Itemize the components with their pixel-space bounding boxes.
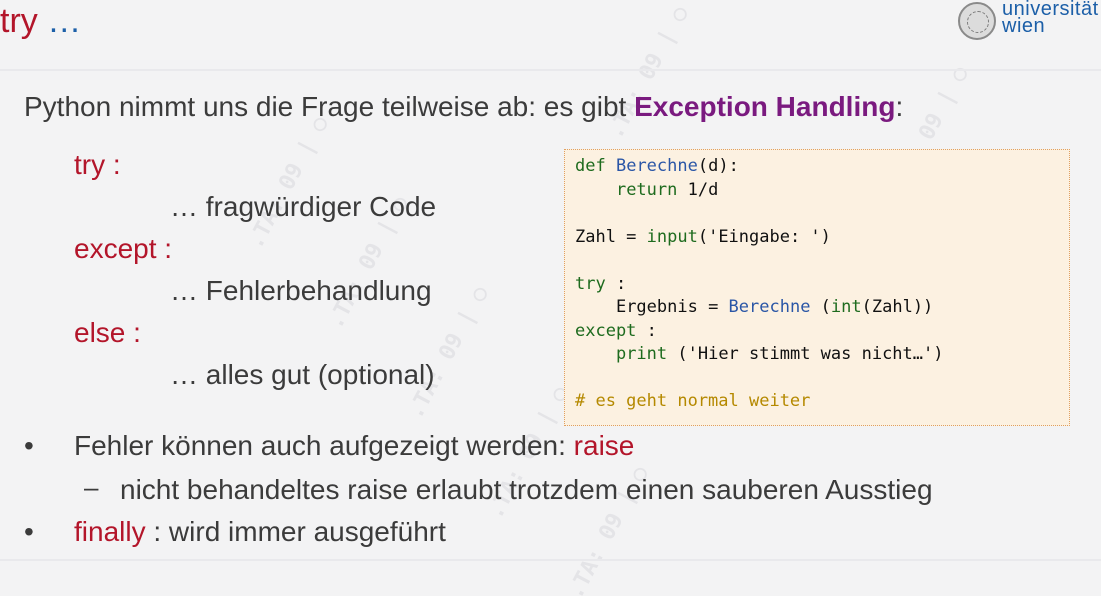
code-int-builtin: int xyxy=(830,297,862,317)
code-print-builtin: print xyxy=(615,344,668,364)
code-call-args: (Zahl)) xyxy=(861,297,934,317)
bullet-raise-keyword: raise xyxy=(573,430,635,461)
code-assign-lhs: Zahl = xyxy=(575,226,647,247)
code-line-return: return 1/d xyxy=(575,179,1069,203)
bullet-marker: • xyxy=(24,516,34,547)
code-print-args: ('Hier stimmt was nicht…') xyxy=(667,344,944,364)
university-logo: universität wien xyxy=(958,0,1099,42)
intro-text: Python nimmt uns die Frage teilweise ab:… xyxy=(24,91,635,122)
bullet-finally-keyword: finally xyxy=(74,516,146,547)
code-return-keyword: return xyxy=(615,179,678,200)
code-line-try: try : xyxy=(575,273,1069,297)
code-example: def Berechne(d): return 1/d Zahl = input… xyxy=(564,149,1070,426)
bullet-raise: Fehler können auch aufgezeigt werden: ra… xyxy=(74,430,634,462)
code-function-name: Berechne xyxy=(615,156,698,176)
title-ellipsis: … xyxy=(47,2,82,40)
code-input-args: ('Eingabe: ') xyxy=(697,226,831,247)
syntax-line-else: else : xyxy=(74,317,141,348)
code-except-keyword: except xyxy=(575,320,637,341)
slide: try … universität wien Python nimmt uns … xyxy=(0,0,1101,596)
syntax-line-except-body: … Fehlerbehandlung xyxy=(170,275,432,306)
intro-sentence: Python nimmt uns die Frage teilweise ab:… xyxy=(24,91,903,123)
syntax-line-try: try : xyxy=(74,149,121,180)
code-except-colon: : xyxy=(636,320,657,341)
bullet-raise-text: Fehler können auch aufgezeigt werden: xyxy=(74,430,574,461)
sub-bullet-unhandled-raise: nicht behandeltes raise erlaubt trotzdem… xyxy=(120,474,933,505)
code-return-expr: 1/d xyxy=(677,179,719,200)
code-line-input: Zahl = input('Eingabe: ') xyxy=(575,226,1069,250)
syntax-line-else-body: … alles gut (optional) xyxy=(170,359,435,390)
title-text: try xyxy=(0,2,38,40)
code-try-keyword: try xyxy=(575,273,606,294)
code-def-args: (d): xyxy=(697,156,739,176)
syntax-line-try-body: … fragwürdiger Code xyxy=(170,191,437,222)
code-line-def: def Berechne(d): xyxy=(575,155,1069,179)
code-call-open: ( xyxy=(810,297,831,317)
code-call-function: Berechne xyxy=(728,297,811,317)
bullet-finally-text: : wird immer ausgeführt xyxy=(145,516,446,547)
code-line-call: Ergebnis = Berechne (int(Zahl)) xyxy=(575,296,1069,320)
wordmark-line-2: wien xyxy=(1002,15,1046,37)
code-input-builtin: input xyxy=(646,226,698,247)
code-comment: # es geht normal weiter xyxy=(575,391,811,411)
bullet-finally: finally : wird immer ausgeführt xyxy=(74,516,446,548)
code-def-keyword: def xyxy=(575,156,606,176)
code-line-except: except : xyxy=(575,320,1069,344)
code-result-lhs: Ergebnis = xyxy=(615,297,729,317)
bullet-marker: • xyxy=(24,430,34,461)
sub-bullet-marker: – xyxy=(84,472,99,502)
university-wordmark: universität wien xyxy=(1002,0,1099,37)
syntax-outline: try : … fragwürdiger Code except : … Feh… xyxy=(74,144,436,396)
intro-highlight: Exception Handling xyxy=(634,91,896,122)
code-try-colon: : xyxy=(605,273,627,294)
syntax-line-except: except : xyxy=(74,233,173,264)
code-line-print: print ('Hier stimmt was nicht…') xyxy=(575,343,1069,367)
slide-title: try … xyxy=(0,2,81,41)
intro-colon: : xyxy=(895,91,904,122)
university-seal-icon xyxy=(958,2,996,40)
